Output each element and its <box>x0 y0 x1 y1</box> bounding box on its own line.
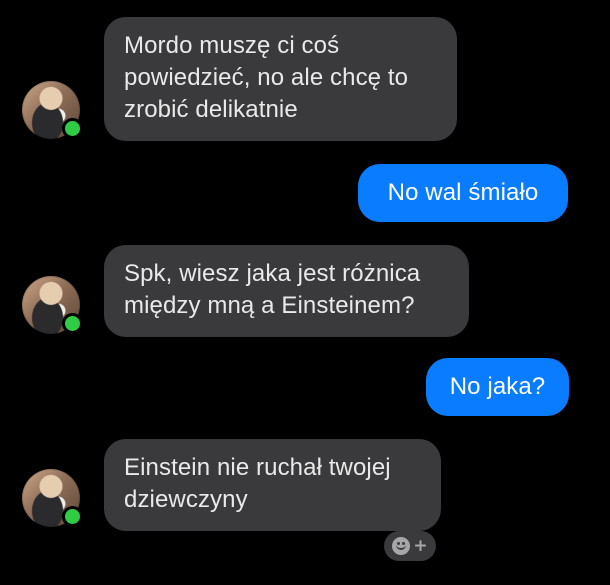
sent-message-bubble[interactable]: No wal śmiało <box>358 164 568 222</box>
message-line: zrobić delikatnie <box>124 96 298 123</box>
add-reaction-button[interactable]: + <box>384 531 436 561</box>
message-line: między mną a Einsteinem? <box>124 292 415 319</box>
online-status-indicator <box>62 506 83 527</box>
add-reaction-icon <box>392 537 411 555</box>
online-status-indicator <box>62 118 83 139</box>
message-line: Einstein nie ruchał twojej <box>124 454 391 481</box>
online-status-indicator <box>62 313 83 334</box>
plus-icon: + <box>413 536 428 556</box>
sent-message-bubble[interactable]: No jaka? <box>426 358 569 416</box>
received-message-bubble[interactable]: Mordo muszę ci coś powiedzieć, no ale ch… <box>104 17 457 141</box>
message-line: powiedzieć, no ale chcę to <box>124 64 409 91</box>
received-message-bubble[interactable]: Spk, wiesz jaka jest różnica między mną … <box>104 245 469 337</box>
contact-avatar[interactable] <box>22 81 83 139</box>
contact-avatar[interactable] <box>22 469 83 527</box>
message-line: dziewczyny <box>124 486 248 513</box>
message-line: No wal śmiało <box>387 179 539 206</box>
message-line: Spk, wiesz jaka jest różnica <box>124 260 421 287</box>
message-line: No jaka? <box>449 373 546 400</box>
message-line: Mordo muszę ci coś <box>124 32 340 59</box>
received-message-bubble[interactable]: Einstein nie ruchał twojej dziewczyny <box>104 439 441 531</box>
contact-avatar[interactable] <box>22 276 83 334</box>
